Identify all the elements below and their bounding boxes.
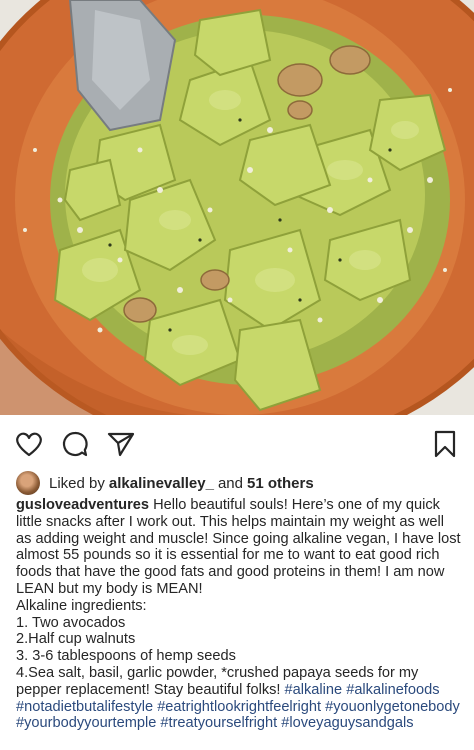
avocado-salad-image [0, 0, 474, 415]
post-actions-bar [0, 415, 474, 471]
avatar[interactable] [16, 471, 40, 495]
hashtag-link[interactable]: #eatrightlookrightfeelright [157, 699, 321, 715]
ingredient-item: 2.Half cup walnuts [16, 631, 136, 648]
comment-bubble-icon[interactable] [60, 429, 90, 459]
liked-by-label: Liked by [49, 474, 105, 492]
post-photo[interactable] [0, 0, 474, 415]
ingredient-item: 3. 3-6 tablespoons of hemp seeds [16, 648, 236, 665]
liked-others-link[interactable]: 51 others [247, 475, 314, 492]
hashtag-link[interactable]: #yourbodyyourtemple [16, 715, 156, 731]
hashtag-link[interactable]: #alkaline [285, 682, 343, 698]
hashtag-link[interactable]: #notadietbutalifestyle [16, 699, 153, 715]
hashtag-link[interactable]: #youonlygetonebody [325, 699, 460, 715]
likes-summary: Liked by alkalinevalley_ and 51 others [16, 470, 314, 496]
heart-icon[interactable] [14, 429, 44, 459]
hashtag-link[interactable]: #treatyourselfright [160, 715, 277, 731]
hashtag-link[interactable]: #alkalinefoods [346, 682, 439, 698]
paper-plane-icon[interactable] [106, 429, 136, 459]
ingredients-title: Alkaline ingredients: [16, 597, 147, 614]
ingredient-item: 1. Two avocados [16, 614, 126, 631]
bookmark-icon[interactable] [430, 429, 460, 459]
caption-username-link[interactable]: gusloveadventures [16, 497, 149, 513]
hashtag-link[interactable]: #loveyaguysandgals [281, 715, 413, 731]
liked-by-user-link[interactable]: alkalinevalley_ [109, 475, 214, 492]
liked-and-label: and [217, 474, 243, 492]
post-caption: gusloveadventures Hello beautiful souls!… [16, 497, 462, 732]
